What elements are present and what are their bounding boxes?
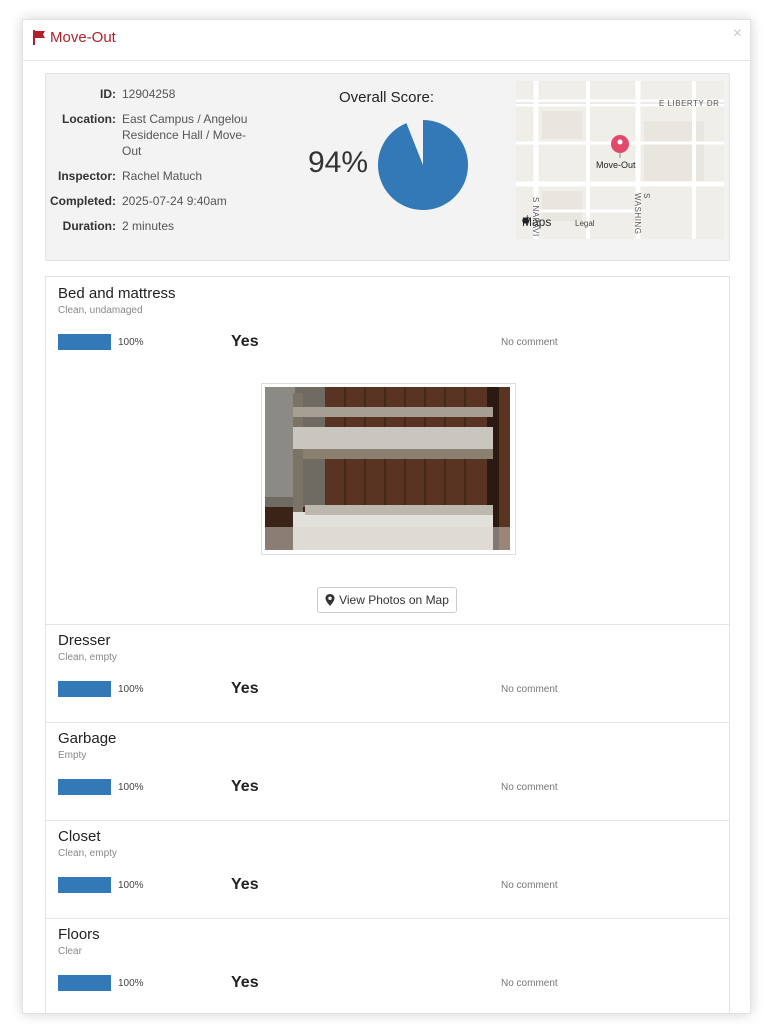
overall-score-pie: [378, 120, 468, 210]
item-subtitle: Clean, empty: [58, 652, 117, 663]
item-name: Bed and mattress: [58, 285, 176, 302]
item-comment: No comment: [501, 782, 558, 793]
inspection-items: Bed and mattress Clean, undamaged 100% Y…: [45, 276, 730, 1013]
score-bar: [58, 779, 111, 795]
bunk-bed-photo: [265, 387, 510, 550]
map-street-label-top: E LIBERTY DR: [659, 99, 720, 108]
map-pin-label: Move-Out: [596, 160, 636, 170]
item-photo[interactable]: [261, 383, 516, 555]
info-row-id: ID: 12904258: [46, 86, 266, 102]
inspection-item-garbage: Garbage Empty 100% Yes No comment: [46, 722, 729, 821]
map-marker-icon: [325, 594, 335, 606]
score-bar: [58, 877, 111, 893]
id-value: 12904258: [122, 87, 176, 101]
maps-legal-link[interactable]: Legal: [575, 219, 595, 228]
score-bar: [58, 334, 111, 350]
score-pie-slice: [378, 120, 468, 210]
item-name: Dresser: [58, 632, 111, 649]
item-name: Garbage: [58, 730, 117, 747]
item-answer: Yes: [231, 680, 259, 697]
location-label: Location:: [62, 112, 116, 126]
duration-label: Duration:: [62, 219, 116, 233]
id-label: ID:: [100, 87, 116, 101]
inspection-summary: ID: 12904258 Location: East Campus / Ang…: [45, 73, 730, 261]
item-answer: Yes: [231, 333, 259, 350]
score-bar: [58, 681, 111, 697]
inspector-label: Inspector:: [57, 169, 116, 183]
item-answer: Yes: [231, 876, 259, 893]
item-comment: No comment: [501, 337, 558, 348]
modal-header: Move-Out ×: [23, 20, 750, 61]
score-percent: 100%: [118, 978, 144, 989]
score-bar: [58, 975, 111, 991]
inspection-item-bed: Bed and mattress Clean, undamaged 100% Y…: [46, 277, 729, 625]
info-row-location: Location: East Campus / Angelou Residenc…: [46, 111, 266, 159]
maps-logo: Maps: [522, 215, 551, 229]
info-row-completed: Completed: 2025-07-24 9:40am: [46, 193, 266, 209]
view-photos-label: View Photos on Map: [339, 593, 449, 607]
modal-title: Move-Out: [33, 29, 116, 46]
location-map[interactable]: E LIBERTY DR S NAPAVI S WASHING Move-Out…: [516, 81, 724, 239]
duration-value: 2 minutes: [122, 219, 175, 233]
item-answer: Yes: [231, 778, 259, 795]
item-answer: Yes: [231, 974, 259, 991]
close-button[interactable]: ×: [733, 25, 742, 43]
inspection-item-closet: Closet Clean, empty 100% Yes No comment: [46, 820, 729, 919]
score-percent: 100%: [118, 880, 144, 891]
score-percent: 100%: [118, 684, 144, 695]
inspection-info: ID: 12904258 Location: East Campus / Ang…: [46, 86, 266, 243]
view-photos-on-map-button[interactable]: View Photos on Map: [317, 587, 457, 613]
item-comment: No comment: [501, 978, 558, 989]
score-percent: 100%: [118, 782, 144, 793]
item-subtitle: Clear: [58, 946, 82, 957]
item-comment: No comment: [501, 880, 558, 891]
apple-logo-icon: [522, 215, 530, 224]
overall-score-title: Overall Score:: [339, 89, 435, 106]
location-value: East Campus / Angelou Residence Hall / M…: [122, 112, 248, 158]
completed-value: 2025-07-24 9:40am: [122, 194, 227, 208]
flag-icon: [33, 30, 45, 45]
item-subtitle: Clean, empty: [58, 848, 117, 859]
item-subtitle: Empty: [58, 750, 87, 761]
map-street-label-right: S WASHING: [633, 193, 651, 235]
move-out-modal: Move-Out × ID: 12904258 Location: East C…: [22, 19, 751, 1014]
overall-score-percent: 94%: [308, 146, 369, 179]
inspector-value: Rachel Matuch: [122, 169, 203, 183]
item-comment: No comment: [501, 684, 558, 695]
completed-label: Completed:: [50, 194, 116, 208]
item-name: Closet: [58, 828, 101, 845]
item-name: Floors: [58, 926, 100, 943]
info-row-duration: Duration: 2 minutes: [46, 218, 266, 234]
modal-title-text: Move-Out: [50, 29, 116, 46]
score-percent: 100%: [118, 337, 144, 348]
item-subtitle: Clean, undamaged: [58, 305, 143, 316]
inspection-item-dresser: Dresser Clean, empty 100% Yes No comment: [46, 624, 729, 723]
info-row-inspector: Inspector: Rachel Matuch: [46, 168, 266, 184]
inspection-item-floors: Floors Clear 100% Yes No comment: [46, 918, 729, 1013]
